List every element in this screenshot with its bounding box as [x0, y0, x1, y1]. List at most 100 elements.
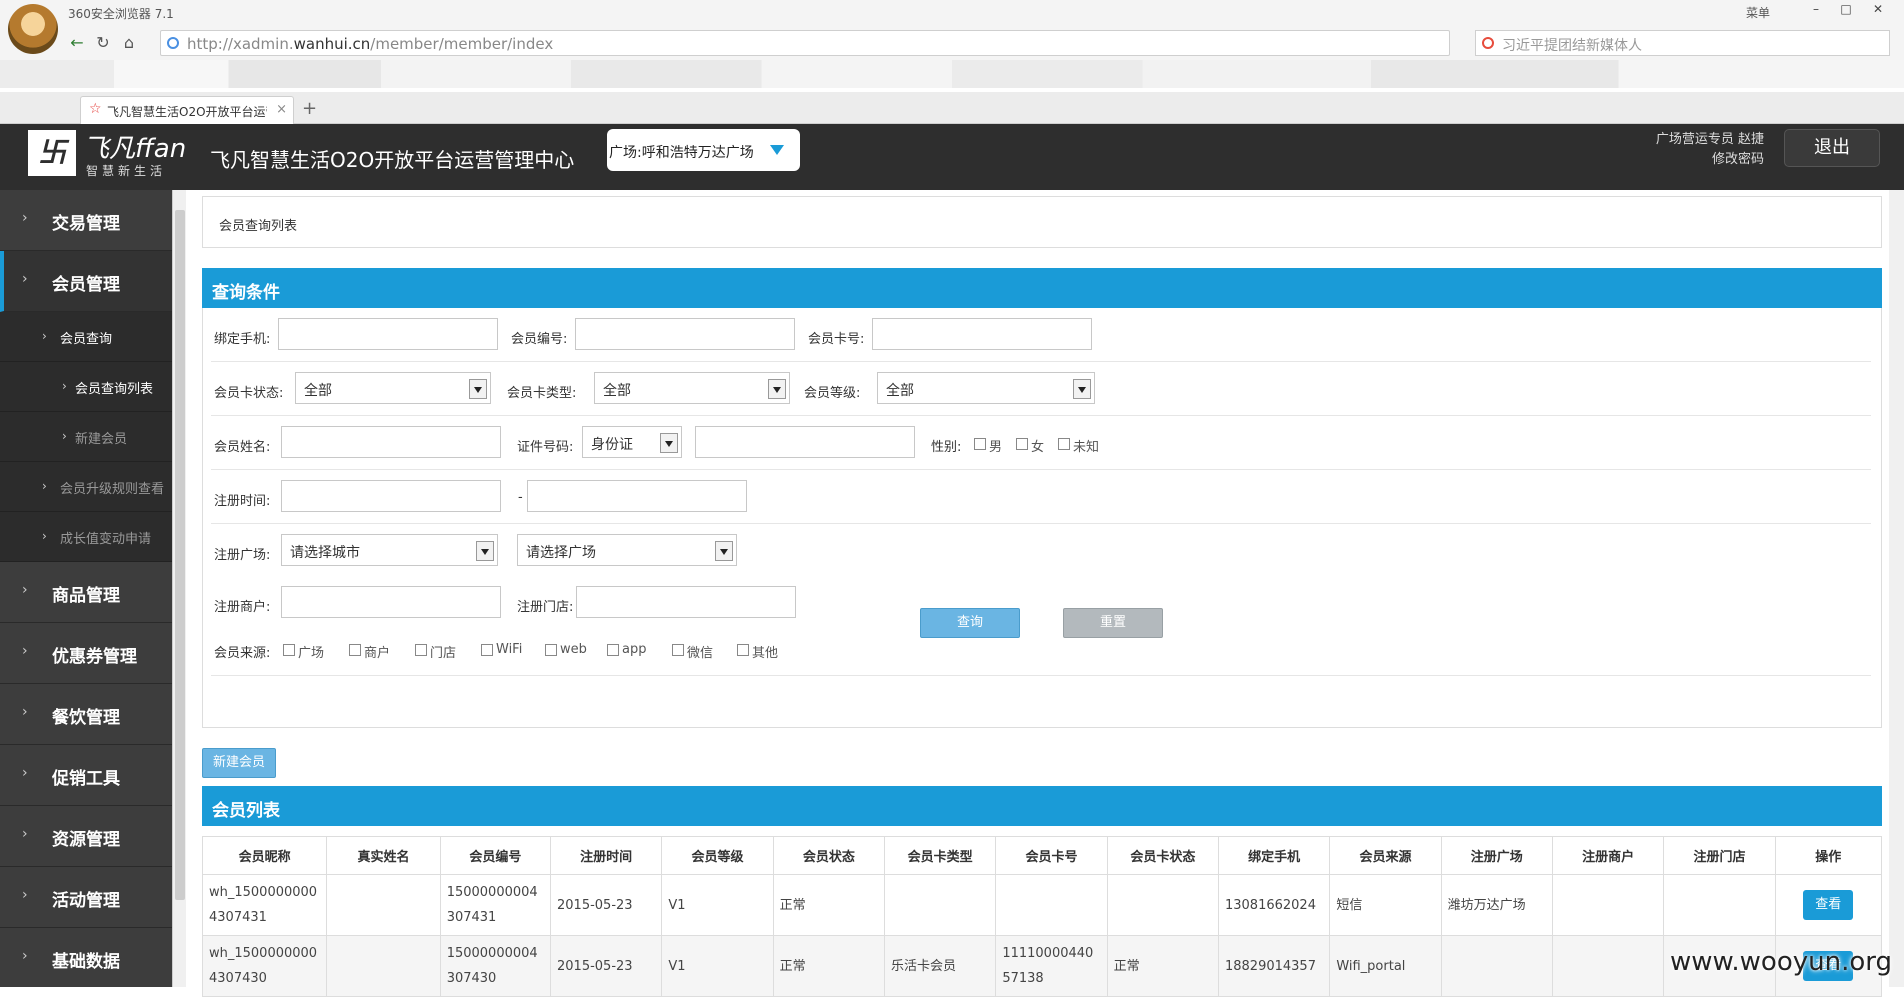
cell-action: 查看: [1774, 874, 1883, 936]
close-tab-icon[interactable]: ×: [276, 102, 287, 117]
source-checkbox[interactable]: [283, 644, 295, 656]
sidebar-item-trade[interactable]: › 交易管理: [0, 190, 172, 251]
id-no-input[interactable]: [695, 426, 915, 458]
sidebar-sub-upgrade-rules[interactable]: › 会员升级规则查看: [0, 462, 172, 512]
browser-search-input[interactable]: 习近平提团结新媒体人: [1475, 30, 1890, 56]
cell-card-no: 1111000044057138: [995, 935, 1108, 997]
sidebar-item-activity[interactable]: › 活动管理: [0, 867, 172, 928]
url-text: http://xadmin.wanhui.cn/member/member/in…: [187, 35, 554, 53]
query-panel-title: 查询条件: [212, 283, 280, 303]
query-row-2: 会员卡状态: 全部 会员卡类型: 全部 会员等级: 全部: [211, 362, 1871, 416]
sidebar-sub-new-member[interactable]: › 新建会员: [0, 412, 172, 462]
minimize-icon[interactable]: –: [1804, 2, 1828, 20]
reg-time-start-input[interactable]: [281, 480, 501, 512]
maximize-icon[interactable]: □: [1834, 2, 1858, 20]
cell-source: Wifi_portal: [1329, 935, 1442, 997]
sidebar-item-resource[interactable]: › 资源管理: [0, 806, 172, 867]
view-button[interactable]: 查看: [1803, 890, 1854, 920]
gender-female-checkbox[interactable]: [1016, 438, 1028, 450]
close-window-icon[interactable]: ✕: [1866, 2, 1890, 20]
source-checkbox[interactable]: [545, 644, 557, 656]
sidebar-item-catering[interactable]: › 餐饮管理: [0, 684, 172, 745]
id-type-select[interactable]: 身份证: [582, 426, 682, 458]
query-row-7: 会员来源: 广场 商户 门店 WiFi web app 微信 其他: [211, 622, 1871, 676]
member-level-select[interactable]: 全部: [877, 372, 1095, 404]
change-password-link[interactable]: 修改密码: [1712, 148, 1764, 167]
reg-time-end-input[interactable]: [527, 480, 747, 512]
user-avatar[interactable]: [8, 4, 58, 54]
logout-button[interactable]: 退出: [1784, 129, 1880, 167]
ffan-logo[interactable]: 卐 飞凡ffan 智慧新生活: [28, 128, 187, 184]
reg-merchant-input[interactable]: [281, 586, 501, 618]
source-checkbox[interactable]: [737, 644, 749, 656]
cell-store: [1663, 874, 1776, 936]
source-checkbox[interactable]: [607, 644, 619, 656]
source-option-label: 广场: [298, 646, 325, 661]
sidebar-item-basedata[interactable]: › 基础数据: [0, 928, 172, 987]
list-panel-header: 会员列表: [202, 786, 1882, 826]
watermark-text: www.wooyun.org: [1669, 947, 1892, 977]
browser-tab-active[interactable]: ☆ 飞凡智慧生活O2O开放平台运营 ×: [80, 96, 294, 124]
plaza-selector[interactable]: 广场:呼和浩特万达广场: [607, 129, 800, 171]
sidebar-item-label: 交易管理: [52, 214, 120, 234]
bind-phone-input[interactable]: [278, 318, 498, 350]
plaza-select[interactable]: 请选择广场: [517, 534, 737, 566]
member-no-input[interactable]: [575, 318, 795, 350]
source-checkbox[interactable]: [349, 644, 361, 656]
sidebar-sub-label: 新建会员: [75, 432, 128, 447]
new-tab-icon[interactable]: +: [302, 98, 317, 119]
chevron-down-icon: [768, 379, 786, 399]
cell-level: V1: [661, 935, 774, 997]
column-header: 真实姓名: [326, 836, 441, 875]
sidebar-item-promotion[interactable]: › 促销工具: [0, 745, 172, 806]
reset-button[interactable]: 重置: [1063, 608, 1163, 638]
sidebar-sub-member-query-list[interactable]: › 会员查询列表: [0, 362, 172, 412]
card-no-input[interactable]: [872, 318, 1092, 350]
id-type-value: 身份证: [591, 437, 633, 453]
query-button[interactable]: 查询: [920, 608, 1020, 638]
source-checkbox[interactable]: [672, 644, 684, 656]
cell-plaza: 潍坊万达广场: [1440, 874, 1553, 936]
new-member-button[interactable]: 新建会员: [202, 748, 276, 778]
url-input[interactable]: http://xadmin.wanhui.cn/member/member/in…: [160, 30, 1450, 56]
gender-unknown-checkbox[interactable]: [1058, 438, 1070, 450]
chevron-right-icon: ›: [22, 643, 28, 659]
back-arrow-icon[interactable]: ←: [66, 32, 88, 54]
cell-nickname: wh_15000000004307431: [201, 874, 328, 936]
cell-card-type: [883, 874, 997, 936]
source-checkbox[interactable]: [415, 644, 427, 656]
source-checkbox[interactable]: [481, 644, 493, 656]
member-name-input[interactable]: [281, 426, 501, 458]
sidebar-scrollbar[interactable]: [172, 190, 186, 987]
home-icon[interactable]: ⌂: [118, 32, 140, 54]
sidebar-item-goods[interactable]: › 商品管理: [0, 562, 172, 623]
gender-female-label: 女: [1031, 440, 1045, 455]
sidebar-item-member[interactable]: › 会员管理: [0, 251, 172, 312]
sidebar-sub-growth-change[interactable]: › 成长值变动申请: [0, 512, 172, 562]
refresh-icon[interactable]: ↻: [92, 32, 114, 54]
scrollbar-thumb[interactable]: [175, 210, 185, 900]
cell-merchant: [1551, 874, 1665, 936]
sidebar-item-coupon[interactable]: › 优惠券管理: [0, 623, 172, 684]
table-header-row: 会员昵称 真实姓名 会员编号 注册时间 会员等级 会员状态 会员卡类型 会员卡号…: [201, 836, 1883, 875]
source-option-label: 微信: [687, 646, 714, 661]
reg-store-input[interactable]: [576, 586, 796, 618]
browser-menu-button[interactable]: 菜单: [1746, 4, 1770, 21]
chevron-right-icon: ›: [42, 329, 47, 343]
sidebar-item-label: 餐饮管理: [52, 708, 120, 728]
city-select[interactable]: 请选择城市: [281, 534, 498, 566]
card-type-select[interactable]: 全部: [594, 372, 790, 404]
chevron-down-icon: [469, 379, 487, 399]
card-status-select[interactable]: 全部: [295, 372, 491, 404]
logo-brand: 飞凡ffan: [83, 134, 187, 164]
page-scrollbar[interactable]: [1889, 190, 1904, 987]
cell-reg-time: 2015-05-23: [550, 935, 663, 997]
plaza-select-value: 请选择广场: [526, 545, 596, 561]
city-select-value: 请选择城市: [290, 545, 360, 561]
cell-nickname: wh_15000000004307430: [201, 935, 328, 997]
sidebar-sub-member-query[interactable]: › 会员查询: [0, 312, 172, 362]
source-label: 会员来源:: [214, 646, 271, 661]
column-header: 会员卡类型: [883, 836, 997, 875]
column-header: 绑定手机: [1217, 836, 1331, 875]
gender-male-checkbox[interactable]: [974, 438, 986, 450]
